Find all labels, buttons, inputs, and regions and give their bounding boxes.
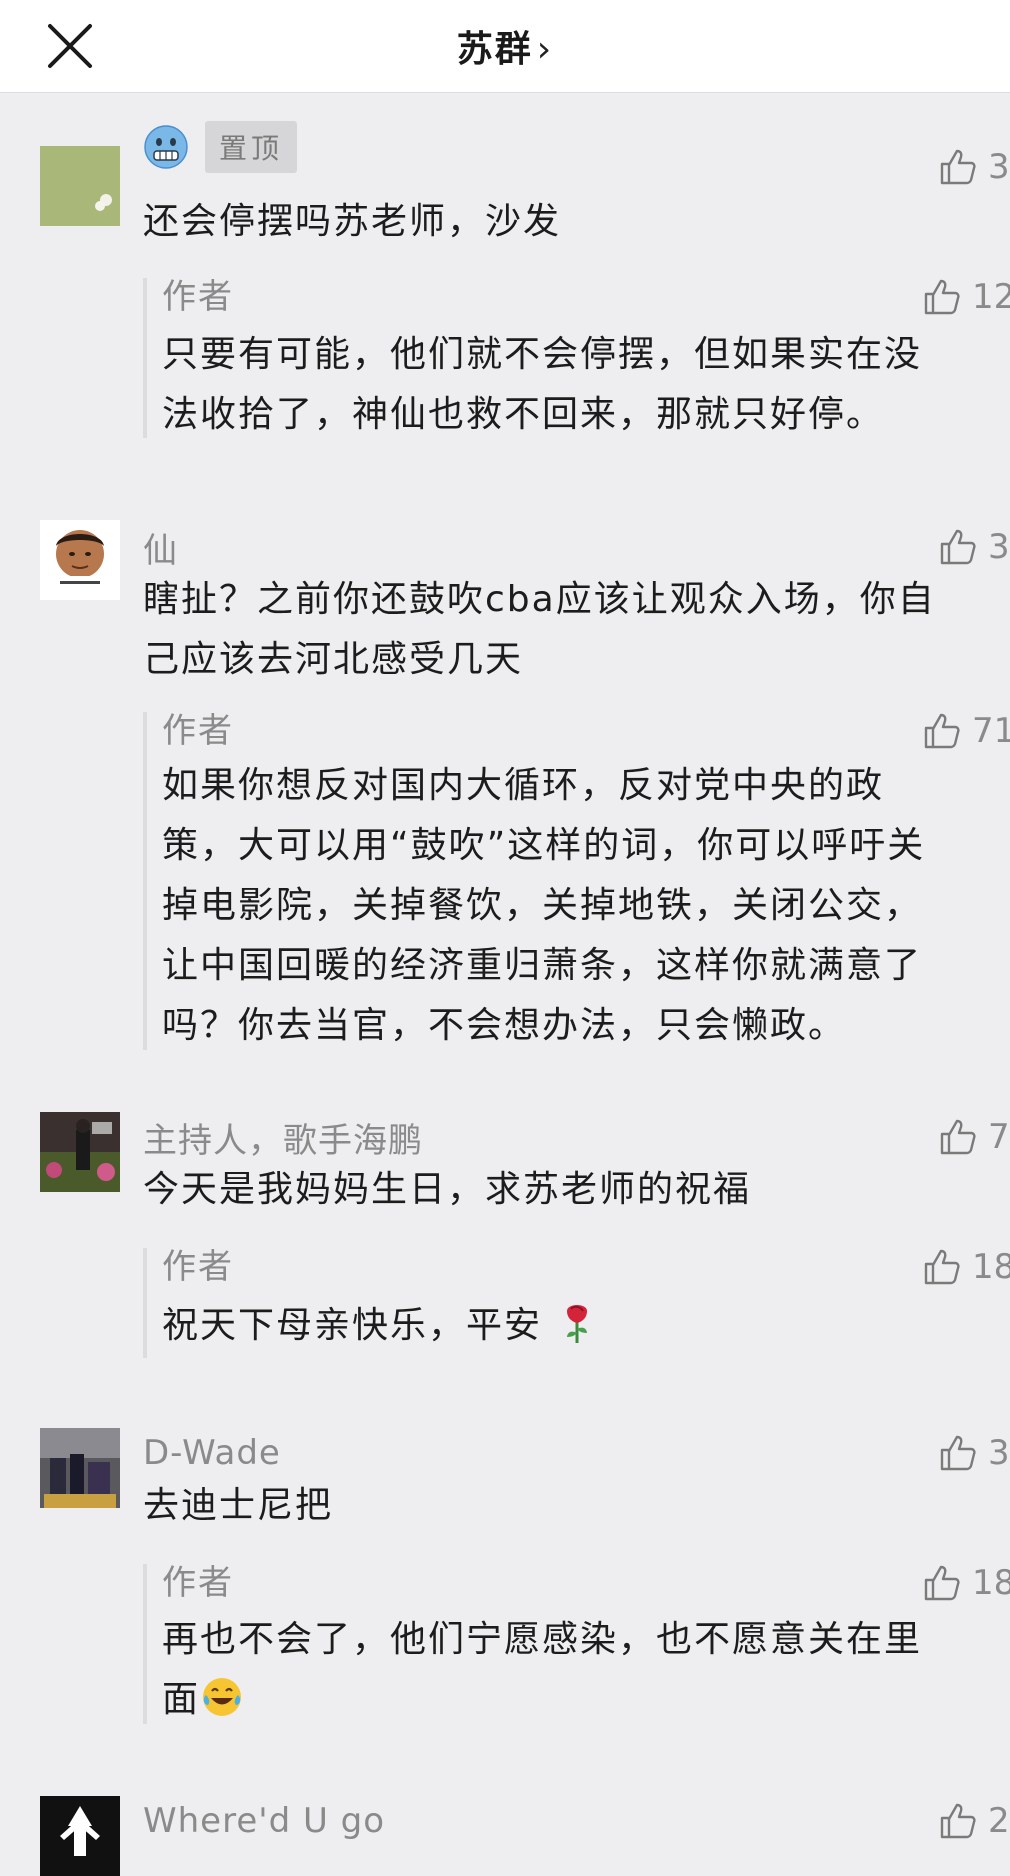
username[interactable]: 仙 <box>143 523 178 572</box>
thumbs-up-icon <box>940 1435 976 1471</box>
comment-meta: D-Wade <box>143 1428 281 1478</box>
like-count: 2 <box>988 1801 1010 1841</box>
comment-meta: 主持人，歌手海鹏 <box>143 1112 423 1162</box>
reply-author-label: 作者 <box>162 711 234 751</box>
username[interactable]: 主持人，歌手海鹏 <box>143 1113 423 1162</box>
thumbs-up-icon <box>940 1803 976 1839</box>
thumbs-up-icon <box>940 529 976 565</box>
thumbs-up-icon <box>924 1565 960 1601</box>
comment-meta: 仙 <box>143 522 178 572</box>
thumbs-up-icon <box>940 149 976 185</box>
reply-like-button[interactable]: 12 <box>922 272 1010 322</box>
like-count: 7 <box>988 1117 1010 1157</box>
like-count: 18 <box>972 1247 1010 1287</box>
like-button[interactable]: 2 <box>938 1796 1010 1846</box>
comment-meta: Where'd U go <box>143 1796 385 1846</box>
page-title-link[interactable]: 苏群 › <box>0 20 1010 72</box>
reply-author-label: 作者 <box>162 1563 234 1603</box>
thumbs-up-icon <box>940 1119 976 1155</box>
like-button[interactable]: 3 <box>938 1428 1010 1478</box>
like-count: 12 <box>972 277 1010 317</box>
page-title: 苏群 <box>456 29 533 70</box>
like-button[interactable]: 7 <box>938 1112 1010 1162</box>
reply-quote-bar <box>143 712 147 1050</box>
reply-author-label: 作者 <box>162 1247 234 1287</box>
username[interactable]: D-Wade <box>143 1433 281 1473</box>
reply-author-label: 作者 <box>162 277 234 317</box>
crying-laughing-emoji-icon <box>203 1678 242 1716</box>
reply-like-button[interactable]: 71 <box>922 706 1010 756</box>
rose-emoji-icon <box>567 1305 588 1343</box>
comment-meta: 置顶 <box>143 121 298 173</box>
reply-like-button[interactable]: 18 <box>922 1558 1010 1608</box>
like-button[interactable]: 3 <box>938 522 1010 572</box>
comment-text: 还会停摆吗苏老师，沙发 <box>143 201 562 242</box>
avatar[interactable] <box>40 1428 120 1508</box>
avatar[interactable] <box>40 1796 120 1876</box>
reply-text: 祝天下母亲快乐，平安 <box>162 1296 599 1356</box>
reply-quote-bar <box>143 1564 147 1724</box>
nav-bar: 苏群 › <box>0 0 1010 93</box>
chevron-right-icon: › <box>536 29 554 70</box>
avatar[interactable] <box>40 146 120 226</box>
comment-text: 今天是我妈妈生日，求苏老师的祝福 <box>143 1169 752 1210</box>
like-count: 3 <box>988 147 1010 187</box>
like-count: 3 <box>988 527 1010 567</box>
cold-face-emoji-icon <box>144 125 188 169</box>
reply-text: 只要有可能，他们就不会停摆，但如果实在没 法收拾了，神仙也救不回来，那就只好停。 <box>162 334 923 435</box>
reply-quote-bar <box>143 1248 147 1358</box>
comment-text: 瞎扯？之前你还鼓吹cba应该让观众入场，你自 己应该去河北感受几天 <box>143 579 936 680</box>
thumbs-up-icon <box>924 279 960 315</box>
pinned-badge: 置顶 <box>205 121 298 173</box>
thumbs-up-icon <box>924 713 960 749</box>
username[interactable]: Where'd U go <box>143 1801 385 1841</box>
reply-quote-bar <box>143 278 147 438</box>
reply-text: 如果你想反对国内大循环，反对党中央的政 策，大可以用“鼓吹”这样的词，你可以呼吁… <box>162 765 926 1046</box>
like-button[interactable]: 3 <box>938 142 1010 192</box>
like-count: 18 <box>972 1563 1010 1603</box>
like-count: 3 <box>988 1433 1010 1473</box>
reply-text: 再也不会了，他们宁愿感染，也不愿意关在里 面 <box>162 1619 923 1720</box>
comment-text: 去迪士尼把 <box>143 1485 334 1526</box>
thumbs-up-icon <box>924 1249 960 1285</box>
reply-like-button[interactable]: 18 <box>922 1242 1010 1292</box>
avatar[interactable] <box>40 1112 120 1192</box>
avatar[interactable] <box>40 520 120 600</box>
like-count: 71 <box>972 711 1010 751</box>
